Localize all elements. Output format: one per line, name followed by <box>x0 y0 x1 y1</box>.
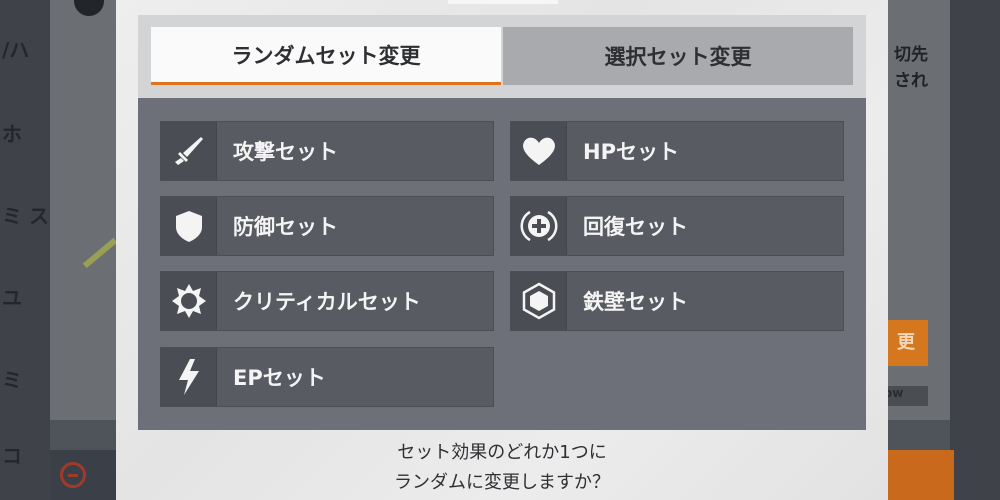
background-side-text: /ハ <box>2 38 30 62</box>
background-side-text: ユ <box>2 286 22 310</box>
option-label: 鉄壁セット <box>583 290 688 314</box>
background-small-label: ow <box>884 386 928 406</box>
dialog-top-stub <box>448 0 558 4</box>
background-bottom-orange-button <box>884 450 954 500</box>
shield-icon <box>161 197 217 255</box>
background-side-text: ミ <box>2 368 22 392</box>
option-label: クリティカルセット <box>233 290 421 314</box>
background-left-strip <box>0 0 50 500</box>
option-iron-wall-set[interactable]: 鉄壁セット <box>510 271 844 331</box>
set-options-panel: 攻撃セット HPセット 防御セット 回復セット クリティカルセット 鉄壁セット … <box>138 98 866 430</box>
option-ep-set[interactable]: EPセット <box>160 347 494 407</box>
tab-bar: ランダムセット変更 選択セット変更 <box>138 15 866 107</box>
option-defense-set[interactable]: 防御セット <box>160 196 494 256</box>
option-critical-set[interactable]: クリティカルセット <box>160 271 494 331</box>
tab-select-set-change[interactable]: 選択セット変更 <box>503 27 853 85</box>
confirm-prompt-line-1: セット効果のどれか1つに <box>397 442 607 463</box>
background-side-text: ホ <box>2 122 22 146</box>
option-attack-set[interactable]: 攻撃セット <box>160 121 494 181</box>
sword-icon <box>161 122 217 180</box>
option-recovery-set[interactable]: 回復セット <box>510 196 844 256</box>
option-label: 回復セット <box>583 215 688 239</box>
critical-burst-icon <box>161 272 217 330</box>
minus-circle-icon <box>60 462 86 488</box>
option-label: 攻撃セット <box>233 140 338 164</box>
set-change-dialog: ランダムセット変更 選択セット変更 攻撃セット HPセット 防御セット 回復セッ… <box>116 0 888 500</box>
background-side-text: コ <box>2 444 22 468</box>
tab-random-set-change[interactable]: ランダムセット変更 <box>151 27 501 85</box>
background-right-text: され <box>894 71 928 91</box>
lightning-icon <box>161 348 217 406</box>
option-label: EPセット <box>233 366 326 390</box>
background-right-strip <box>950 0 1000 500</box>
heart-icon <box>511 122 567 180</box>
heal-cross-icon <box>511 197 567 255</box>
option-label: HPセット <box>583 140 679 164</box>
option-hp-set[interactable]: HPセット <box>510 121 844 181</box>
ironwall-hexagon-icon <box>511 272 567 330</box>
option-label: 防御セット <box>233 215 338 239</box>
confirm-prompt-line-2: ランダムに変更しますか？ <box>394 472 610 493</box>
background-right-text: 切先 <box>894 45 928 65</box>
background-change-button: 更 <box>884 320 928 366</box>
background-side-text: ミ ス <box>2 204 49 228</box>
